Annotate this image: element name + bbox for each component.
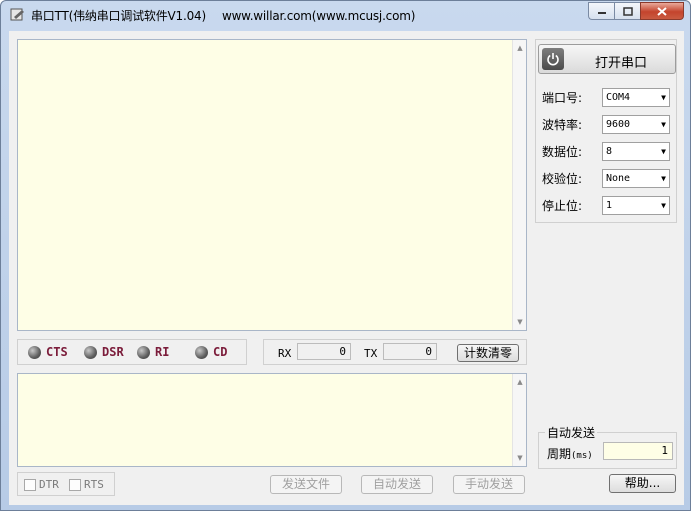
parity-row: 校验位: None ▼ bbox=[542, 169, 670, 188]
caption-buttons bbox=[588, 2, 684, 20]
scroll-down-arrow-icon[interactable]: ▼ bbox=[513, 451, 527, 465]
tx-count: 0 bbox=[383, 343, 437, 360]
led-icon bbox=[195, 345, 208, 359]
stopbits-row: 停止位: 1 ▼ bbox=[542, 196, 670, 215]
rx-label: RX bbox=[278, 347, 292, 360]
app-icon bbox=[10, 8, 24, 21]
auto-send-group: 自动发送 周期(ms) 1 bbox=[538, 424, 677, 469]
window-title: 串口TT(伟纳串口调试软件V1.04) www.willar.com(www.mc… bbox=[31, 7, 415, 24]
period-unit: (ms) bbox=[571, 451, 593, 461]
tx-label: TX bbox=[364, 347, 378, 360]
period-label: 周期(ms) bbox=[547, 445, 593, 462]
receive-textarea[interactable]: ▲ ▼ bbox=[17, 39, 527, 331]
rts-checkbox[interactable]: RTS bbox=[69, 478, 104, 491]
baud-value: 9600 bbox=[606, 119, 631, 130]
close-button[interactable] bbox=[640, 2, 684, 20]
manual-send-button[interactable]: 手动发送 bbox=[453, 475, 525, 494]
receive-scrollbar[interactable]: ▲ ▼ bbox=[512, 40, 526, 330]
client-area: ▲ ▼ CTS DSR RI CD RX 0 TX 0 计数清零 ▲ ▼ DTR… bbox=[9, 31, 684, 505]
window-title-url: www.willar.com(www.mcusj.com) bbox=[221, 9, 416, 23]
led-icon bbox=[137, 345, 150, 359]
power-icon bbox=[542, 48, 564, 70]
port-label: 端口号: bbox=[542, 91, 583, 105]
stopbits-value: 1 bbox=[606, 200, 613, 211]
signal-label: RI bbox=[155, 345, 170, 359]
minimize-icon bbox=[597, 12, 606, 14]
port-select[interactable]: COM4 ▼ bbox=[602, 88, 670, 107]
signal-cd: CD bbox=[195, 345, 227, 359]
send-scrollbar[interactable]: ▲ ▼ bbox=[512, 374, 526, 466]
databits-value: 8 bbox=[606, 146, 613, 157]
port-row: 端口号: COM4 ▼ bbox=[542, 88, 670, 107]
scroll-down-arrow-icon[interactable]: ▼ bbox=[513, 315, 527, 329]
close-icon bbox=[657, 6, 667, 16]
line-control-panel: DTR RTS bbox=[17, 472, 115, 496]
databits-select[interactable]: 8 ▼ bbox=[602, 142, 670, 161]
send-textarea[interactable]: ▲ ▼ bbox=[17, 373, 527, 467]
power-symbol-icon bbox=[547, 53, 559, 66]
databits-row: 数据位: 8 ▼ bbox=[542, 142, 670, 161]
period-text: 周期 bbox=[547, 447, 572, 461]
parity-select[interactable]: None ▼ bbox=[602, 169, 670, 188]
clear-count-button[interactable]: 计数清零 bbox=[457, 344, 519, 362]
open-port-label: 打开串口 bbox=[595, 56, 648, 71]
signal-label: CD bbox=[213, 345, 228, 359]
signal-label: DSR bbox=[102, 345, 124, 359]
dtr-checkbox[interactable]: DTR bbox=[24, 478, 59, 491]
open-port-button[interactable]: 打开串口 bbox=[538, 44, 676, 74]
stopbits-label: 停止位: bbox=[542, 199, 583, 213]
port-settings-panel: 打开串口 端口号: COM4 ▼ 波特率: 9600 ▼ 数据位: 8 ▼ 校验位: … bbox=[535, 39, 677, 223]
chevron-down-icon: ▼ bbox=[661, 147, 666, 156]
baud-label: 波特率: bbox=[542, 118, 583, 132]
period-input[interactable]: 1 bbox=[603, 442, 673, 460]
title-bar[interactable]: 串口TT(伟纳串口调试软件V1.04) www.willar.com(www.mc… bbox=[1, 1, 690, 29]
rx-count: 0 bbox=[297, 343, 351, 360]
maximize-button[interactable] bbox=[614, 2, 640, 20]
auto-send-button[interactable]: 自动发送 bbox=[361, 475, 433, 494]
send-file-button[interactable]: 发送文件 bbox=[270, 475, 342, 494]
scroll-up-arrow-icon[interactable]: ▲ bbox=[513, 375, 527, 389]
signal-indicators: CTS DSR RI CD bbox=[17, 339, 247, 365]
baud-row: 波特率: 9600 ▼ bbox=[542, 115, 670, 134]
counter-panel: RX 0 TX 0 计数清零 bbox=[263, 339, 527, 365]
auto-send-group-title: 自动发送 bbox=[545, 424, 598, 441]
rts-label: RTS bbox=[84, 478, 104, 491]
window-title-text: 串口TT(伟纳串口调试软件V1.04) bbox=[31, 9, 206, 23]
signal-dsr: DSR bbox=[84, 345, 124, 359]
scroll-up-arrow-icon[interactable]: ▲ bbox=[513, 41, 527, 55]
help-button[interactable]: 帮助... bbox=[609, 474, 676, 493]
minimize-button[interactable] bbox=[588, 2, 614, 20]
led-icon bbox=[28, 345, 41, 359]
led-icon bbox=[84, 345, 97, 359]
databits-label: 数据位: bbox=[542, 145, 583, 159]
chevron-down-icon: ▼ bbox=[661, 120, 666, 129]
port-value: COM4 bbox=[606, 92, 631, 103]
baud-select[interactable]: 9600 ▼ bbox=[602, 115, 670, 134]
signal-label: CTS bbox=[46, 345, 68, 359]
signal-ri: RI bbox=[137, 345, 169, 359]
chevron-down-icon: ▼ bbox=[661, 201, 666, 210]
signal-cts: CTS bbox=[28, 345, 68, 359]
parity-value: None bbox=[606, 173, 631, 184]
checkbox-box bbox=[24, 478, 36, 491]
chevron-down-icon: ▼ bbox=[661, 174, 666, 183]
chevron-down-icon: ▼ bbox=[661, 93, 666, 102]
app-window: 串口TT(伟纳串口调试软件V1.04) www.willar.com(www.mc… bbox=[0, 0, 691, 511]
dtr-label: DTR bbox=[39, 478, 59, 491]
parity-label: 校验位: bbox=[542, 172, 583, 186]
stopbits-select[interactable]: 1 ▼ bbox=[602, 196, 670, 215]
checkbox-box bbox=[69, 478, 81, 491]
maximize-icon bbox=[622, 6, 633, 16]
